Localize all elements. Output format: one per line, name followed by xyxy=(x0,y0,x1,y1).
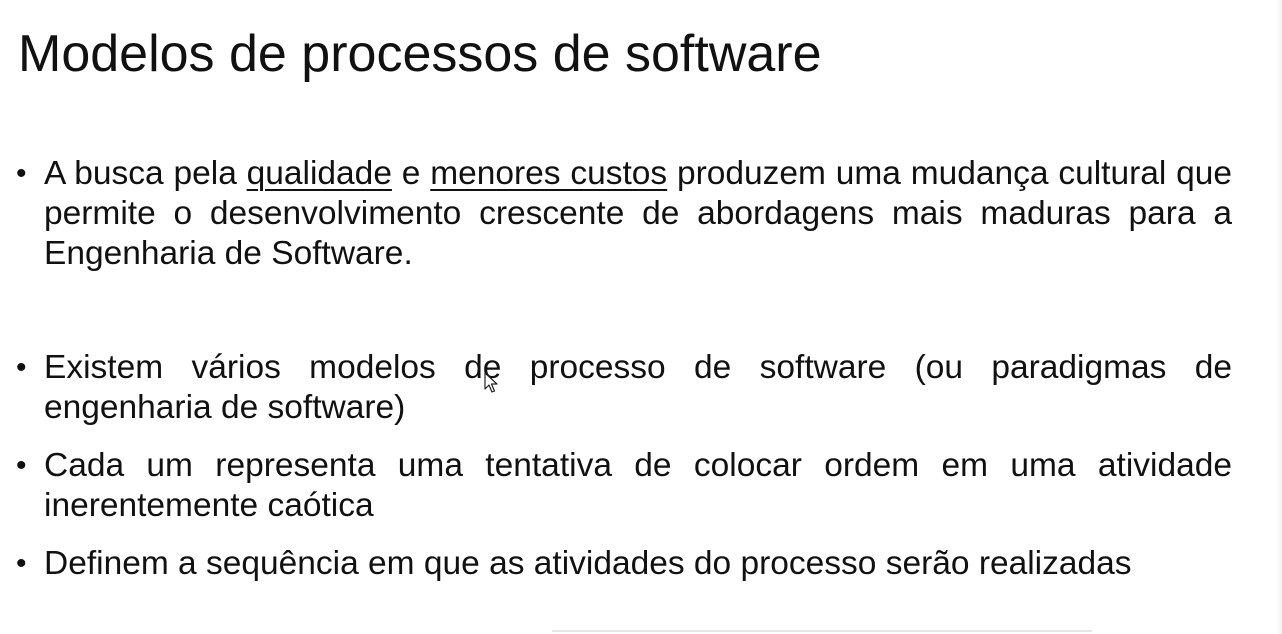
slide-title: Modelos de processos de software xyxy=(18,25,822,83)
presentation-slide: Modelos de processos de software • A bus… xyxy=(0,0,1282,634)
underlined-term-qualidade: qualidade xyxy=(246,155,392,192)
bottom-edge-line xyxy=(552,630,1092,632)
mouse-pointer-icon xyxy=(484,372,498,393)
bullet-item-order-attempt: • Cada um representa uma tentativa de co… xyxy=(14,446,1232,526)
bullet-text-part: e xyxy=(391,155,431,192)
bullet-glyph: • xyxy=(16,547,27,580)
bullet-item-quality-costs: • A busca pela qualidade e menores custo… xyxy=(14,154,1232,274)
bullet-glyph: • xyxy=(16,351,27,384)
bullet-text: Definem a sequência em que as atividades… xyxy=(44,545,1132,582)
bullet-item-activity-sequence: • Definem a sequência em que as atividad… xyxy=(14,544,1232,584)
bullet-text-part: A busca pela xyxy=(44,155,247,192)
right-edge-shadow xyxy=(1276,0,1282,634)
underlined-term-menores-custos: menores custos xyxy=(430,155,668,192)
bullet-glyph: • xyxy=(16,157,27,190)
bullet-text: Cada um representa uma tentativa de colo… xyxy=(44,447,1232,524)
bullet-text: Existem vários modelos de processo de so… xyxy=(44,349,1232,426)
bullet-glyph: • xyxy=(16,449,27,482)
bullet-list: • A busca pela qualidade e menores custo… xyxy=(14,154,1232,584)
bullet-item-process-models: • Existem vários modelos de processo de … xyxy=(14,348,1232,428)
